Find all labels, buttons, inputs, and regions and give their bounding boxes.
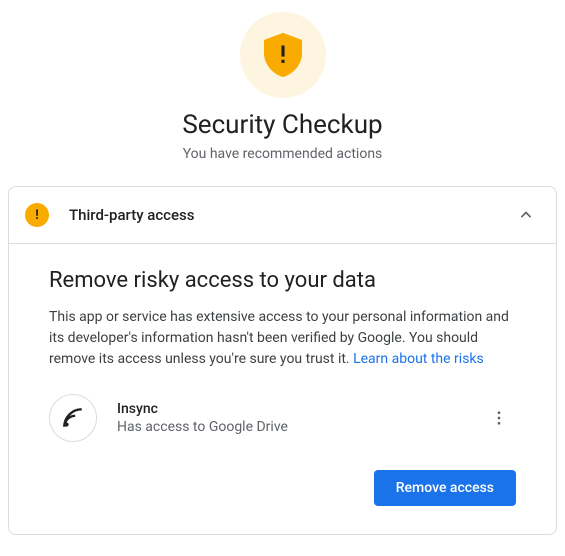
more-button[interactable] (482, 401, 516, 435)
chevron-up-icon (516, 205, 536, 225)
shield-icon-circle (240, 12, 326, 98)
page-subtitle: You have recommended actions (0, 146, 565, 162)
card-actions: Remove access (49, 470, 516, 506)
page-header: Security Checkup You have recommended ac… (0, 0, 565, 186)
learn-link[interactable]: Learn about the risks (353, 351, 484, 367)
more-vert-icon (490, 409, 508, 427)
app-name: Insync (117, 401, 462, 417)
app-row: Insync Has access to Google Drive (49, 394, 516, 442)
third-party-card: ! Third-party access Remove risky access… (8, 186, 557, 535)
alert-icon: ! (25, 203, 49, 227)
shield-alert-icon (264, 32, 302, 78)
remove-access-button[interactable]: Remove access (374, 470, 516, 506)
app-access: Has access to Google Drive (117, 419, 462, 435)
page-title: Security Checkup (0, 110, 565, 140)
card-header[interactable]: ! Third-party access (9, 187, 556, 244)
section-description: This app or service has extensive access… (49, 307, 516, 370)
rss-wifi-icon (60, 405, 86, 431)
section-title: Remove risky access to your data (49, 268, 516, 293)
app-icon (49, 394, 97, 442)
card-header-title: Third-party access (69, 206, 516, 224)
card-body: Remove risky access to your data This ap… (9, 244, 556, 534)
app-info: Insync Has access to Google Drive (117, 401, 462, 435)
